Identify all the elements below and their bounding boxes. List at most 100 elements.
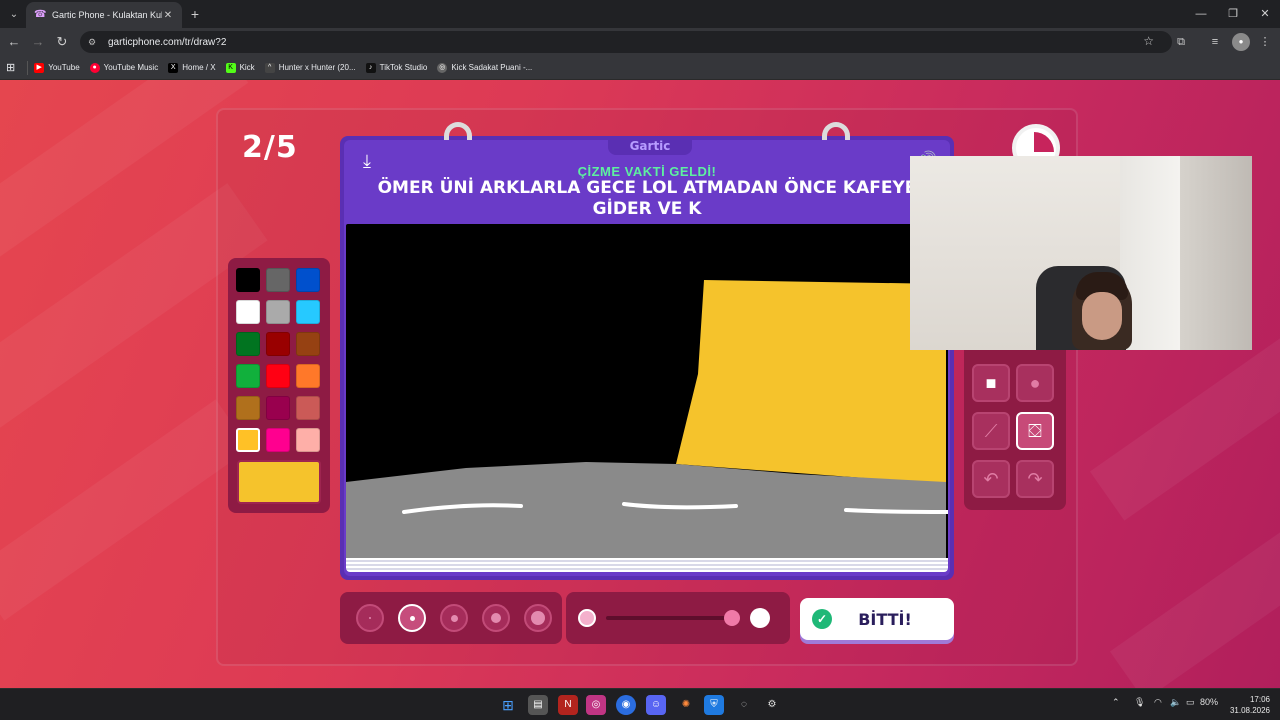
- profile-avatar[interactable]: ●: [1232, 33, 1250, 51]
- color-swatch[interactable]: [266, 396, 290, 420]
- tool-ellipse[interactable]: ●: [1016, 364, 1054, 402]
- prompt-title: ÇİZME VAKTİ GELDİ!: [577, 164, 717, 179]
- color-swatch[interactable]: [296, 364, 320, 388]
- close-window-icon[interactable]: ✕: [1250, 4, 1280, 24]
- tab-search-icon[interactable]: ⌄: [4, 4, 24, 24]
- minimize-icon[interactable]: —: [1186, 4, 1216, 24]
- color-swatch[interactable]: [236, 428, 260, 452]
- app-star-icon[interactable]: ✺: [676, 695, 696, 715]
- undo-icon: ↶: [983, 468, 999, 489]
- brush-size-selector: [340, 592, 562, 644]
- size-dot: [531, 611, 545, 625]
- microphone-icon[interactable]: 🎙: [1134, 697, 1145, 708]
- site-info-icon[interactable]: ⚙: [88, 37, 102, 48]
- drawing-header: Gartic ⤓ 🔊 ÇİZME VAKTİ GELDİ! ÖMER ÜNİ A…: [344, 137, 950, 576]
- apps-grid-icon[interactable]: ⊞: [6, 61, 15, 74]
- bookmark-kick-sadakat[interactable]: ◎ Kick Sadakat Puani -...: [437, 62, 532, 73]
- brush-size-2[interactable]: [398, 604, 426, 632]
- new-tab-icon[interactable]: +: [186, 5, 204, 23]
- browser-tab-strip: ⌄ ☎ Gartic Phone - Kulaktan Kulağa ✕ + —…: [0, 0, 1280, 28]
- brush-size-1[interactable]: [356, 604, 384, 632]
- color-swatch[interactable]: [296, 428, 320, 452]
- security-shield-icon[interactable]: ⛨: [704, 695, 724, 715]
- battery-percent: 80%: [1200, 697, 1219, 707]
- color-swatch[interactable]: [296, 268, 320, 292]
- tool-rectangle[interactable]: ■: [972, 364, 1010, 402]
- color-swatch[interactable]: [296, 332, 320, 356]
- color-swatch[interactable]: [236, 268, 260, 292]
- color-swatch[interactable]: [236, 396, 260, 420]
- extensions-icon[interactable]: ⧉: [1172, 33, 1190, 51]
- drawing-frame: Gartic ⤓ 🔊 ÇİZME VAKTİ GELDİ! ÖMER ÜNİ A…: [340, 122, 954, 580]
- brush-size-3[interactable]: [440, 604, 468, 632]
- instagram-icon[interactable]: ◎: [586, 695, 606, 715]
- bookmarks-bar: ⊞ ▶ YouTube ● YouTube Music X Home / X K Kic…: [0, 56, 1280, 80]
- drawing-canvas[interactable]: [346, 224, 948, 560]
- done-button[interactable]: ✓ BİTTİ!: [800, 598, 954, 640]
- bookmark-star-icon[interactable]: ☆: [1143, 34, 1154, 48]
- tool-fill-bucket[interactable]: ⛋: [1016, 412, 1054, 450]
- bg-stripe: [0, 399, 251, 621]
- yellow-building-shape: [676, 280, 946, 484]
- chrome-icon[interactable]: ◉: [616, 695, 636, 715]
- windows-taskbar: ⊞ ▤ N ◎ ◉ ☺ ✺ ⛨ ◌ ⚙ ⌃ 🎙 ◠ 🔈 ▭ 80% 17:06 …: [0, 688, 1280, 720]
- battery-icon[interactable]: ▭: [1186, 697, 1195, 708]
- restore-icon[interactable]: ❐: [1218, 4, 1248, 24]
- settings-gear-icon[interactable]: ⚙: [762, 695, 782, 715]
- bookmark-youtube-music[interactable]: ● YouTube Music: [89, 62, 158, 73]
- opacity-track[interactable]: [606, 616, 736, 620]
- discord-icon[interactable]: ☺: [646, 695, 666, 715]
- redo-button[interactable]: ↷: [1016, 460, 1054, 498]
- color-palette: [228, 258, 330, 513]
- close-tab-icon[interactable]: ✕: [162, 10, 174, 21]
- media-control-icon[interactable]: ≡: [1206, 33, 1224, 51]
- app-circle-icon[interactable]: ◌: [734, 695, 754, 715]
- bookmark-hunter-x-hunter[interactable]: ^ Hunter x Hunter (20...: [264, 62, 356, 73]
- rectangle-icon: ■: [985, 372, 997, 393]
- size-dot: [491, 613, 501, 623]
- color-swatch[interactable]: [296, 396, 320, 420]
- line-icon: ⟋: [984, 420, 998, 441]
- color-swatch[interactable]: [266, 332, 290, 356]
- opacity-slider[interactable]: [566, 592, 790, 644]
- color-swatch[interactable]: [266, 364, 290, 388]
- bookmark-kick[interactable]: K Kick: [225, 62, 255, 73]
- browser-tab[interactable]: ☎ Gartic Phone - Kulaktan Kulağa ✕: [26, 2, 182, 28]
- forward-icon[interactable]: →: [28, 32, 48, 52]
- kick-sadakat-icon: ◎: [437, 62, 448, 73]
- redo-icon: ↷: [1027, 468, 1043, 489]
- color-swatch[interactable]: [296, 300, 320, 324]
- bookmark-x[interactable]: X Home / X: [168, 62, 216, 73]
- color-swatch[interactable]: [266, 268, 290, 292]
- color-swatch[interactable]: [236, 364, 260, 388]
- gartic-logo: Gartic: [608, 137, 692, 155]
- color-swatch[interactable]: [266, 428, 290, 452]
- address-bar[interactable]: ⚙ garticphone.com/tr/draw?2 ☆: [80, 31, 1172, 53]
- color-swatch[interactable]: [236, 300, 260, 324]
- app-n-icon[interactable]: N: [558, 695, 578, 715]
- opacity-handle[interactable]: [724, 610, 740, 626]
- file-explorer-icon[interactable]: ▤: [528, 695, 548, 715]
- reload-icon[interactable]: ↻: [52, 32, 72, 52]
- clock-date: 31.08.2026: [1229, 706, 1270, 715]
- color-swatch[interactable]: [266, 300, 290, 324]
- back-icon[interactable]: ←: [4, 32, 24, 52]
- brush-size-5[interactable]: [524, 604, 552, 632]
- system-clock[interactable]: 17:06 31.08.2026: [1226, 694, 1270, 716]
- color-swatch[interactable]: [236, 332, 260, 356]
- volume-icon[interactable]: 🔈: [1170, 697, 1181, 708]
- timer-progress: [1034, 132, 1054, 152]
- windows-start-icon[interactable]: ⊞: [498, 695, 518, 715]
- menu-kebab-icon[interactable]: ⋮: [1256, 33, 1274, 51]
- kick-icon: K: [225, 62, 236, 73]
- address-toolbar: ← → ↻ ⚙ garticphone.com/tr/draw?2 ☆ ⧉ ≡ …: [0, 28, 1280, 56]
- tray-expand-icon[interactable]: ⌃: [1112, 697, 1120, 708]
- undo-button[interactable]: ↶: [972, 460, 1010, 498]
- bookmark-tiktok-studio[interactable]: ♪ TikTok Studio: [365, 62, 427, 73]
- brush-size-4[interactable]: [482, 604, 510, 632]
- tool-line[interactable]: ⟋: [972, 412, 1010, 450]
- bookmark-youtube[interactable]: ▶ YouTube: [34, 62, 80, 73]
- current-color-preview: [237, 460, 321, 504]
- wifi-icon[interactable]: ◠: [1154, 697, 1162, 708]
- size-dot: [409, 615, 415, 621]
